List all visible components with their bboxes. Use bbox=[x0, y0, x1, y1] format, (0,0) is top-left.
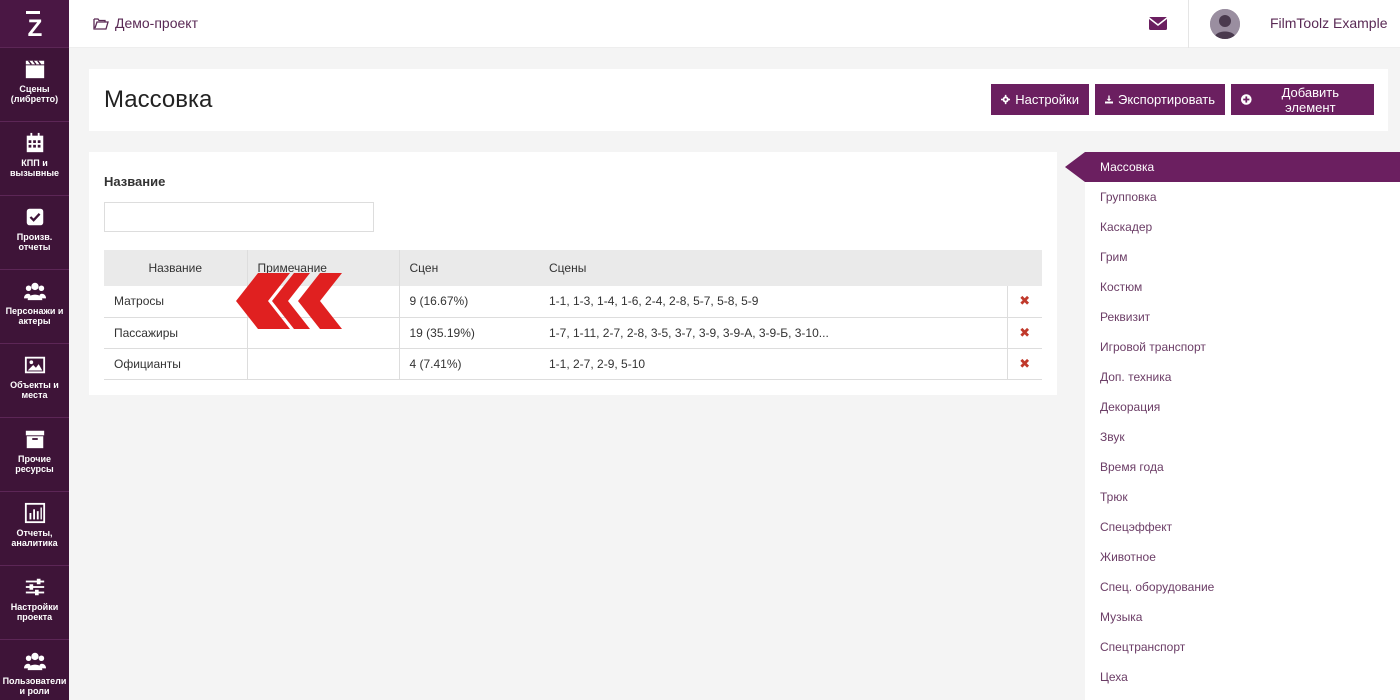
category-item[interactable]: Игровой транспорт bbox=[1085, 332, 1400, 362]
sidebar-item-kpp[interactable]: КПП и вызывные bbox=[0, 122, 69, 196]
users-icon bbox=[23, 282, 46, 301]
top-bar: Демо-проект FilmToolz Example bbox=[69, 0, 1400, 48]
calendar-icon bbox=[26, 132, 43, 153]
sidebar-item-characters[interactable]: Персонажи и актеры bbox=[0, 270, 69, 344]
column-header-name[interactable]: Название bbox=[104, 250, 248, 286]
main-content: Название Название Примечание Сцен Сцены … bbox=[89, 152, 1057, 395]
sidebar-item-resources[interactable]: Прочие ресурсы bbox=[0, 418, 69, 492]
category-item[interactable]: Грим bbox=[1085, 242, 1400, 272]
sidebar-item-label: Сцены (либретто) bbox=[10, 84, 59, 104]
category-item[interactable]: Музыка bbox=[1085, 602, 1400, 632]
image-icon bbox=[24, 356, 45, 374]
gear-icon bbox=[1001, 94, 1011, 105]
topbar-divider bbox=[1188, 0, 1189, 48]
category-item[interactable]: Каскадер bbox=[1085, 212, 1400, 242]
category-item[interactable]: Доп. техника bbox=[1085, 362, 1400, 392]
cell-scenes: 1-1, 1-3, 1-4, 1-6, 2-4, 2-8, 5-7, 5-8, … bbox=[549, 294, 759, 309]
settings-button-label: Настройки bbox=[1015, 92, 1079, 107]
category-item[interactable]: Реквизит bbox=[1085, 302, 1400, 332]
sidebar-item-label: Настройки проекта bbox=[10, 602, 59, 622]
table-row[interactable]: Официанты 4 (7.41%) 1-1, 2-7, 2-9, 5-10 … bbox=[104, 348, 1042, 379]
user-name[interactable]: FilmToolz Example bbox=[1270, 15, 1387, 31]
download-icon bbox=[1105, 95, 1113, 104]
export-button-label: Экспортировать bbox=[1118, 92, 1215, 107]
cell-name[interactable]: Официанты bbox=[104, 348, 248, 379]
delete-icon[interactable]: ✖ bbox=[1019, 356, 1030, 371]
sidebar-item-label: Произв. отчеты bbox=[16, 232, 53, 252]
category-list: Массовка Групповка Каскадер Грим Костюм … bbox=[1065, 152, 1400, 700]
user-avatar-icon bbox=[1210, 9, 1240, 39]
delete-cell: ✖ bbox=[1006, 348, 1042, 379]
delete-icon[interactable]: ✖ bbox=[1019, 325, 1030, 340]
sidebar-item-label: КПП и вызывные bbox=[9, 158, 60, 178]
category-item[interactable]: Животное bbox=[1085, 542, 1400, 572]
sidebar-item-users[interactable]: Пользователи и роли bbox=[0, 640, 69, 700]
chevron-left-pointer-icon bbox=[236, 273, 342, 329]
sidebar-item-reports[interactable]: Произв. отчеты bbox=[0, 196, 69, 270]
category-item[interactable]: Время года bbox=[1085, 452, 1400, 482]
delete-cell: ✖ bbox=[1006, 317, 1042, 348]
category-item[interactable]: Спец. оборудование bbox=[1085, 572, 1400, 602]
sidebar-item-locations[interactable]: Объекты и места bbox=[0, 344, 69, 418]
column-header-scenes[interactable]: Сцены bbox=[539, 250, 1007, 286]
category-item[interactable]: Групповка bbox=[1085, 182, 1400, 212]
sidebar-item-label: Персонажи и актеры bbox=[5, 306, 64, 326]
category-item[interactable]: Спецтранспорт bbox=[1085, 632, 1400, 662]
sidebar-item-label: Отчеты, аналитика bbox=[11, 528, 58, 548]
page-title: Массовка bbox=[104, 86, 213, 113]
logo-icon: Z bbox=[25, 10, 42, 39]
column-header-actions bbox=[1007, 250, 1042, 286]
cell-note[interactable] bbox=[247, 348, 400, 379]
delete-cell: ✖ bbox=[1006, 286, 1042, 317]
sidebar-item-scenes[interactable]: Сцены (либретто) bbox=[0, 48, 69, 122]
svg-text:Z: Z bbox=[27, 15, 42, 39]
clapperboard-icon bbox=[25, 60, 44, 79]
delete-icon[interactable]: ✖ bbox=[1019, 293, 1030, 308]
category-item[interactable]: Декорация bbox=[1085, 392, 1400, 422]
sliders-icon bbox=[25, 578, 44, 596]
messages-button[interactable] bbox=[1148, 15, 1168, 36]
export-button[interactable]: Экспортировать bbox=[1095, 84, 1225, 115]
main-sidebar: Z Сцены (либретто) КПП и вызывные Произв… bbox=[0, 0, 69, 700]
cell-count: 9 (16.67%) bbox=[409, 294, 469, 309]
sidebar-item-analytics[interactable]: Отчеты, аналитика bbox=[0, 492, 69, 566]
sidebar-item-label: Прочие ресурсы bbox=[15, 454, 54, 474]
breadcrumb[interactable]: Демо-проект bbox=[93, 15, 198, 31]
settings-button[interactable]: Настройки bbox=[991, 84, 1089, 115]
category-item[interactable]: Трюк bbox=[1085, 482, 1400, 512]
check-square-icon bbox=[26, 208, 43, 226]
archive-icon bbox=[25, 430, 44, 449]
sidebar-item-label: Пользователи и роли bbox=[2, 676, 67, 696]
category-item[interactable]: Костюм bbox=[1085, 272, 1400, 302]
plus-circle-icon bbox=[1241, 94, 1252, 105]
envelope-icon bbox=[1148, 17, 1168, 30]
category-item[interactable]: Спецэффект bbox=[1085, 512, 1400, 542]
category-item[interactable]: Цеха bbox=[1085, 662, 1400, 692]
category-item-active[interactable]: Массовка bbox=[1065, 152, 1400, 182]
sidebar-item-label: Объекты и места bbox=[10, 380, 59, 400]
sidebar-item-project-settings[interactable]: Настройки проекта bbox=[0, 566, 69, 640]
add-element-button-label: Добавить элемент bbox=[1281, 84, 1340, 115]
breadcrumb-project[interactable]: Демо-проект bbox=[115, 15, 198, 31]
users-icon bbox=[23, 652, 46, 671]
cell-count: 19 (35.19%) bbox=[409, 325, 475, 340]
filter-label: Название bbox=[104, 174, 166, 189]
app-logo[interactable]: Z bbox=[0, 0, 69, 48]
bar-chart-icon bbox=[24, 502, 45, 524]
category-item[interactable]: Звук bbox=[1085, 422, 1400, 452]
column-header-count[interactable]: Сцен bbox=[399, 250, 539, 286]
add-element-button[interactable]: Добавить элемент bbox=[1231, 84, 1374, 115]
folder-open-icon bbox=[93, 17, 109, 30]
cell-scenes: 1-1, 2-7, 2-9, 5-10 bbox=[549, 356, 646, 371]
cell-scenes: 1-7, 1-11, 2-7, 2-8, 3-5, 3-7, 3-9, 3-9-… bbox=[549, 325, 829, 340]
cell-name[interactable]: Пассажиры bbox=[104, 317, 248, 348]
avatar[interactable] bbox=[1210, 9, 1240, 39]
cell-count: 4 (7.41%) bbox=[409, 356, 462, 371]
page-header: Массовка Настройки Экспортировать Добави… bbox=[89, 69, 1388, 131]
cell-name[interactable]: Матросы bbox=[104, 286, 248, 317]
name-filter-input[interactable] bbox=[104, 202, 374, 232]
